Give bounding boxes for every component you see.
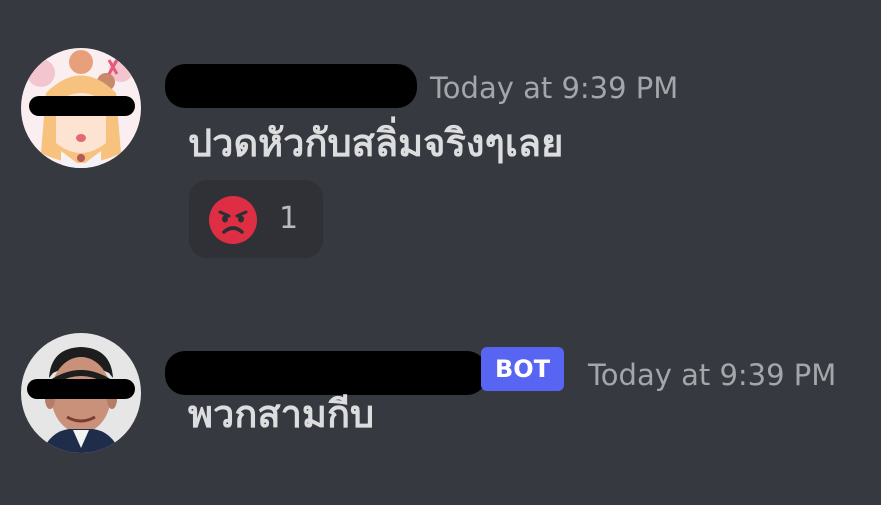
message-content: พวกสามกีบ [188,392,375,436]
bot-tag: BOT [481,347,565,391]
reaction-button[interactable]: 1 [189,180,323,258]
chat-messages: Today at 9:39 PM ปวดหัวกับสลิ่มจริงๆเลย … [0,0,881,505]
reaction-count: 1 [279,201,299,236]
timestamp: Today at 9:39 PM [588,358,837,392]
user-avatar[interactable] [21,48,141,168]
bot-avatar[interactable] [21,333,141,453]
message-item: BOT Today at 9:39 PM พวกสามกีบ [0,325,881,475]
timestamp: Today at 9:39 PM [430,71,679,105]
message-item: Today at 9:39 PM ปวดหัวกับสลิ่มจริงๆเลย … [0,40,881,270]
username[interactable] [165,64,417,108]
angry-face-icon [209,196,257,244]
anime-girl-avatar-icon [21,48,141,168]
man-portrait-avatar-icon [21,333,141,453]
message-content: ปวดหัวกับสลิ่มจริงๆเลย [188,121,564,165]
